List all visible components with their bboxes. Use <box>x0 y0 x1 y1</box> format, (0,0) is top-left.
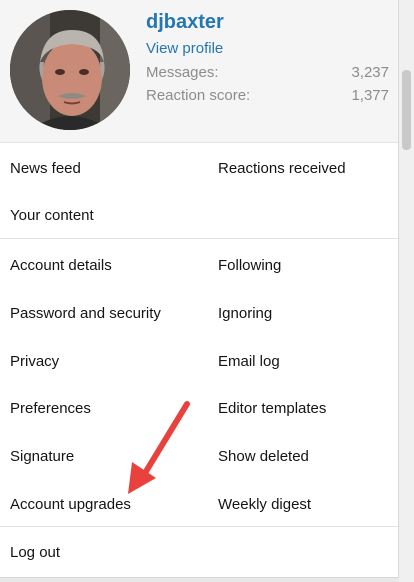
scrollbar[interactable] <box>399 0 414 582</box>
username[interactable]: djbaxter <box>146 10 224 34</box>
account-menu: djbaxter View profile Messages: 3,237 Re… <box>0 0 399 578</box>
menu-item-show-deleted[interactable]: Show deleted <box>218 448 309 466</box>
menu-item-your-content[interactable]: Your content <box>10 207 94 225</box>
menu-item-account-upgrades[interactable]: Account upgrades <box>10 496 131 514</box>
menu-item-news-feed[interactable]: News feed <box>10 160 81 178</box>
menu-item-following[interactable]: Following <box>218 257 281 275</box>
menu-item-ignoring[interactable]: Ignoring <box>218 305 272 323</box>
messages-value: 3,237 <box>351 64 389 81</box>
scrollbar-thumb[interactable] <box>402 70 411 150</box>
profile-header: djbaxter View profile Messages: 3,237 Re… <box>0 0 398 143</box>
menu-item-signature[interactable]: Signature <box>10 448 74 466</box>
menu-item-email-log[interactable]: Email log <box>218 353 280 371</box>
menu-item-reactions-received[interactable]: Reactions received <box>218 160 346 178</box>
messages-stat: Messages: 3,237 <box>146 64 389 82</box>
menu-item-log-out[interactable]: Log out <box>10 544 60 562</box>
menu-item-weekly-digest[interactable]: Weekly digest <box>218 496 311 514</box>
menu-section-account: Account details Following Password and s… <box>0 239 398 527</box>
reaction-score-label: Reaction score: <box>146 87 251 104</box>
menu-item-privacy[interactable]: Privacy <box>10 353 59 371</box>
avatar-image <box>10 10 130 130</box>
menu-item-editor-templates[interactable]: Editor templates <box>218 400 326 418</box>
avatar[interactable] <box>10 10 130 130</box>
reaction-score-stat: Reaction score: 1,377 <box>146 87 389 105</box>
menu-item-password-security[interactable]: Password and security <box>10 305 161 323</box>
messages-label: Messages: <box>146 64 219 81</box>
menu-item-account-details[interactable]: Account details <box>10 257 112 275</box>
menu-section-activity: News feed Reactions received Your conten… <box>0 143 398 239</box>
menu-item-preferences[interactable]: Preferences <box>10 400 91 418</box>
reaction-score-value: 1,377 <box>351 87 389 104</box>
menu-section-logout: Log out <box>0 527 398 577</box>
view-profile-link[interactable]: View profile <box>146 40 223 58</box>
